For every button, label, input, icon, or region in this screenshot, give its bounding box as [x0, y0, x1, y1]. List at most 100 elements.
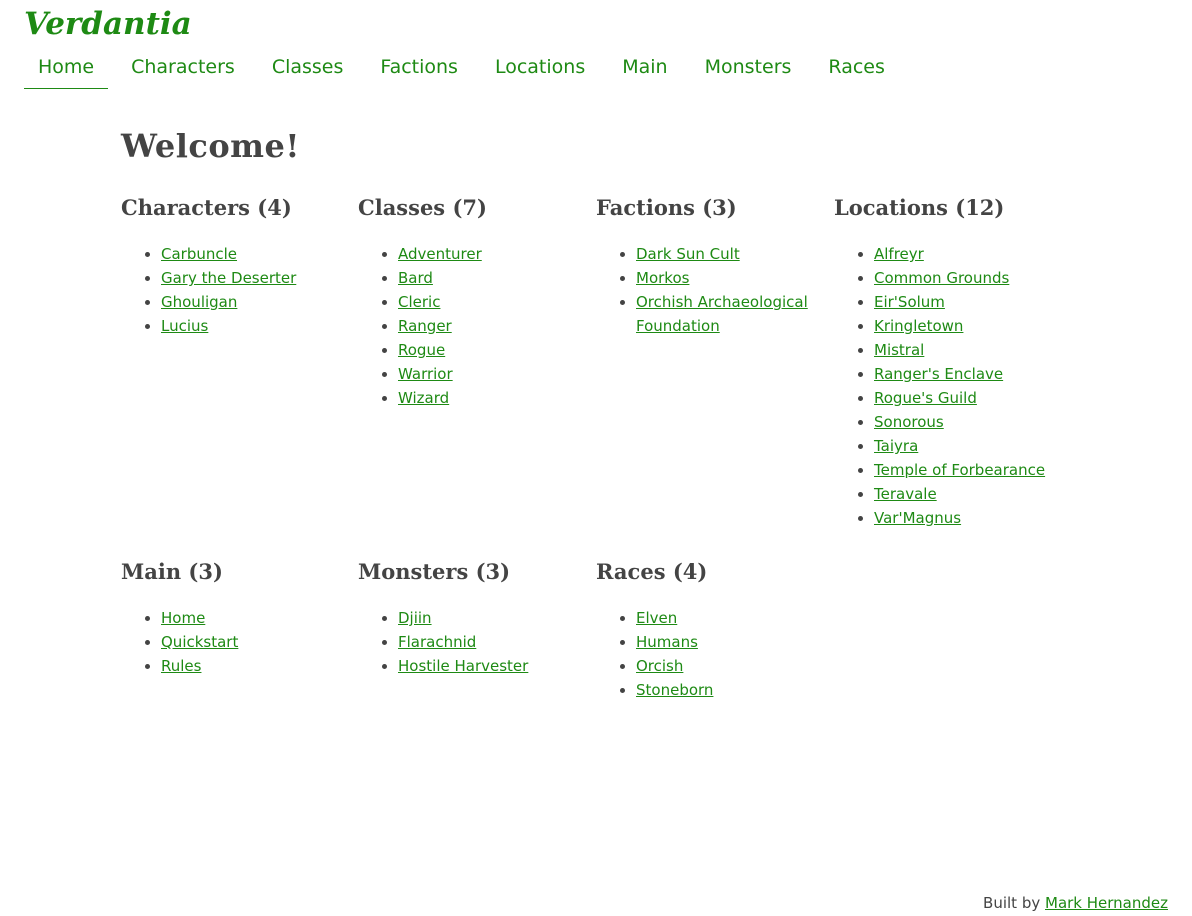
- section-heading: Factions (3): [596, 195, 737, 220]
- section-heading: Races (4): [596, 559, 708, 584]
- nav-item-locations[interactable]: Locations: [481, 50, 599, 88]
- category-grid: Characters (4) Carbuncle Gary the Deserter…: [121, 192, 1081, 702]
- section-list: Adventurer Bard Cleric Ranger Rogue Warrior Wi…: [358, 242, 596, 410]
- section-main: Main (3) Home Quickstart Rules: [121, 556, 358, 702]
- item-link[interactable]: Gary the Deserter: [161, 269, 296, 287]
- list-item: Eir'Solum: [874, 290, 1072, 314]
- list-item: Warrior: [398, 362, 596, 386]
- item-link[interactable]: Morkos: [636, 269, 689, 287]
- item-link[interactable]: Orcish: [636, 657, 683, 675]
- list-item: Temple of Forbearance: [874, 458, 1072, 482]
- item-link[interactable]: Cleric: [398, 293, 440, 311]
- item-link[interactable]: Alfreyr: [874, 245, 924, 263]
- item-link[interactable]: Eir'Solum: [874, 293, 945, 311]
- list-item: Humans: [636, 630, 834, 654]
- list-item: Wizard: [398, 386, 596, 410]
- nav-item-main[interactable]: Main: [608, 50, 681, 88]
- page-title: Welcome!: [121, 127, 300, 165]
- section-heading: Main (3): [121, 559, 223, 584]
- item-link[interactable]: Home: [161, 609, 205, 627]
- list-item: Rogue's Guild: [874, 386, 1072, 410]
- item-link[interactable]: Wizard: [398, 389, 449, 407]
- list-item: Lucius: [161, 314, 358, 338]
- section-factions: Factions (3) Dark Sun Cult Morkos Orchish A…: [596, 192, 834, 530]
- item-link[interactable]: Rogue: [398, 341, 445, 359]
- main-nav: Home Characters Classes Factions Locatio…: [24, 50, 908, 89]
- section-list: Alfreyr Common Grounds Eir'Solum Kringletow…: [834, 242, 1072, 530]
- item-link[interactable]: Temple of Forbearance: [874, 461, 1045, 479]
- item-link[interactable]: Hostile Harvester: [398, 657, 528, 675]
- item-link[interactable]: Rules: [161, 657, 201, 675]
- list-item: Djiin: [398, 606, 596, 630]
- section-characters: Characters (4) Carbuncle Gary the Deserter…: [121, 192, 358, 530]
- item-link[interactable]: Elven: [636, 609, 677, 627]
- list-item: Stoneborn: [636, 678, 834, 702]
- list-item: Dark Sun Cult: [636, 242, 834, 266]
- item-link[interactable]: Var'Magnus: [874, 509, 961, 527]
- section-monsters: Monsters (3) Djiin Flarachnid Hostile Harve…: [358, 556, 596, 702]
- item-link[interactable]: Ghouligan: [161, 293, 237, 311]
- item-link[interactable]: Carbuncle: [161, 245, 237, 263]
- list-item: Bard: [398, 266, 596, 290]
- list-item: Rules: [161, 654, 358, 678]
- nav-item-home[interactable]: Home: [24, 50, 109, 89]
- list-item: Kringletown: [874, 314, 1072, 338]
- list-item: Quickstart: [161, 630, 358, 654]
- list-item: Flarachnid: [398, 630, 596, 654]
- list-item: Hostile Harvester: [398, 654, 596, 678]
- nav-item-classes[interactable]: Classes: [258, 50, 358, 88]
- item-link[interactable]: Warrior: [398, 365, 453, 383]
- item-link[interactable]: Kringletown: [874, 317, 963, 335]
- item-link[interactable]: Taiyra: [874, 437, 918, 455]
- list-item: Rogue: [398, 338, 596, 362]
- item-link[interactable]: Dark Sun Cult: [636, 245, 740, 263]
- section-list: Elven Humans Orcish Stoneborn: [596, 606, 834, 702]
- item-link[interactable]: Orchish Archaeological Foundation: [636, 293, 808, 335]
- section-races: Races (4) Elven Humans Orcish Stoneborn: [596, 556, 834, 702]
- item-link[interactable]: Quickstart: [161, 633, 238, 651]
- section-list: Dark Sun Cult Morkos Orchish Archaeologica…: [596, 242, 834, 338]
- item-link[interactable]: Bard: [398, 269, 433, 287]
- list-item: Mistral: [874, 338, 1072, 362]
- item-link[interactable]: Teravale: [874, 485, 937, 503]
- list-item: Teravale: [874, 482, 1072, 506]
- item-link[interactable]: Common Grounds: [874, 269, 1009, 287]
- list-item: Ranger: [398, 314, 596, 338]
- item-link[interactable]: Mistral: [874, 341, 924, 359]
- list-item: Common Grounds: [874, 266, 1072, 290]
- section-list: Djiin Flarachnid Hostile Harvester: [358, 606, 596, 678]
- section-heading: Locations (12): [834, 195, 1005, 220]
- nav-item-monsters[interactable]: Monsters: [691, 50, 806, 88]
- item-link[interactable]: Flarachnid: [398, 633, 476, 651]
- list-item: Morkos: [636, 266, 834, 290]
- item-link[interactable]: Sonorous: [874, 413, 944, 431]
- section-heading: Characters (4): [121, 195, 292, 220]
- list-item: Ghouligan: [161, 290, 358, 314]
- list-item: Orchish Archaeological Foundation: [636, 290, 834, 338]
- list-item: Adventurer: [398, 242, 596, 266]
- footer-text: Built by: [983, 894, 1041, 912]
- section-classes: Classes (7) Adventurer Bard Cleric Ranger Rog…: [358, 192, 596, 530]
- author-link[interactable]: Mark Hernandez: [1045, 894, 1168, 912]
- item-link[interactable]: Adventurer: [398, 245, 482, 263]
- item-link[interactable]: Stoneborn: [636, 681, 713, 699]
- item-link[interactable]: Djiin: [398, 609, 432, 627]
- list-item: Var'Magnus: [874, 506, 1072, 530]
- item-link[interactable]: Rogue's Guild: [874, 389, 977, 407]
- nav-item-factions[interactable]: Factions: [366, 50, 472, 88]
- section-heading: Monsters (3): [358, 559, 511, 584]
- list-item: Ranger's Enclave: [874, 362, 1072, 386]
- item-link[interactable]: Humans: [636, 633, 698, 651]
- list-item: Elven: [636, 606, 834, 630]
- list-item: Orcish: [636, 654, 834, 678]
- nav-item-characters[interactable]: Characters: [117, 50, 249, 88]
- item-link[interactable]: Ranger's Enclave: [874, 365, 1003, 383]
- section-heading: Classes (7): [358, 195, 487, 220]
- nav-item-races[interactable]: Races: [814, 50, 898, 88]
- item-link[interactable]: Ranger: [398, 317, 452, 335]
- item-link[interactable]: Lucius: [161, 317, 208, 335]
- list-item: Cleric: [398, 290, 596, 314]
- list-item: Home: [161, 606, 358, 630]
- list-item: Sonorous: [874, 410, 1072, 434]
- list-item: Carbuncle: [161, 242, 358, 266]
